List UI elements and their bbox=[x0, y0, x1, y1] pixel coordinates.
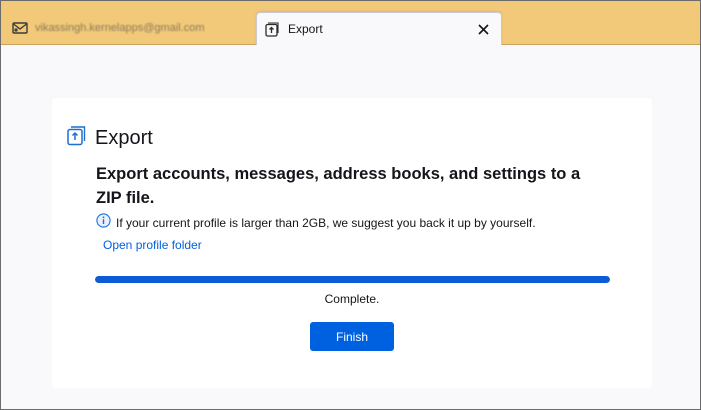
tab-mail-label: vikassingh.kernelapps@gmail.com bbox=[35, 21, 205, 34]
export-description: Export accounts, messages, address books… bbox=[96, 165, 581, 207]
tab-export-label: Export bbox=[288, 22, 323, 36]
finish-button[interactable]: Finish bbox=[310, 322, 394, 351]
status-text: Complete. bbox=[324, 292, 380, 306]
export-header: Export bbox=[67, 126, 153, 151]
export-icon bbox=[264, 21, 280, 37]
close-icon[interactable] bbox=[475, 21, 491, 37]
app-window: vikassingh.kernelapps@gmail.com Export E… bbox=[0, 0, 701, 410]
info-icon bbox=[96, 213, 111, 233]
tab-bar: vikassingh.kernelapps@gmail.com Export bbox=[1, 1, 700, 45]
mail-icon bbox=[12, 20, 28, 36]
page-title: Export bbox=[95, 127, 153, 149]
tab-export[interactable]: Export bbox=[256, 12, 502, 45]
progress-bar bbox=[95, 276, 610, 283]
export-icon bbox=[67, 126, 86, 151]
open-profile-folder-link[interactable]: Open profile folder bbox=[103, 238, 202, 252]
tab-mail[interactable]: vikassingh.kernelapps@gmail.com bbox=[1, 11, 253, 44]
progress-fill bbox=[95, 276, 610, 283]
export-card: Export Export accounts, messages, addres… bbox=[52, 98, 652, 388]
info-row: If your current profile is larger than 2… bbox=[96, 213, 536, 233]
info-text: If your current profile is larger than 2… bbox=[116, 216, 536, 230]
